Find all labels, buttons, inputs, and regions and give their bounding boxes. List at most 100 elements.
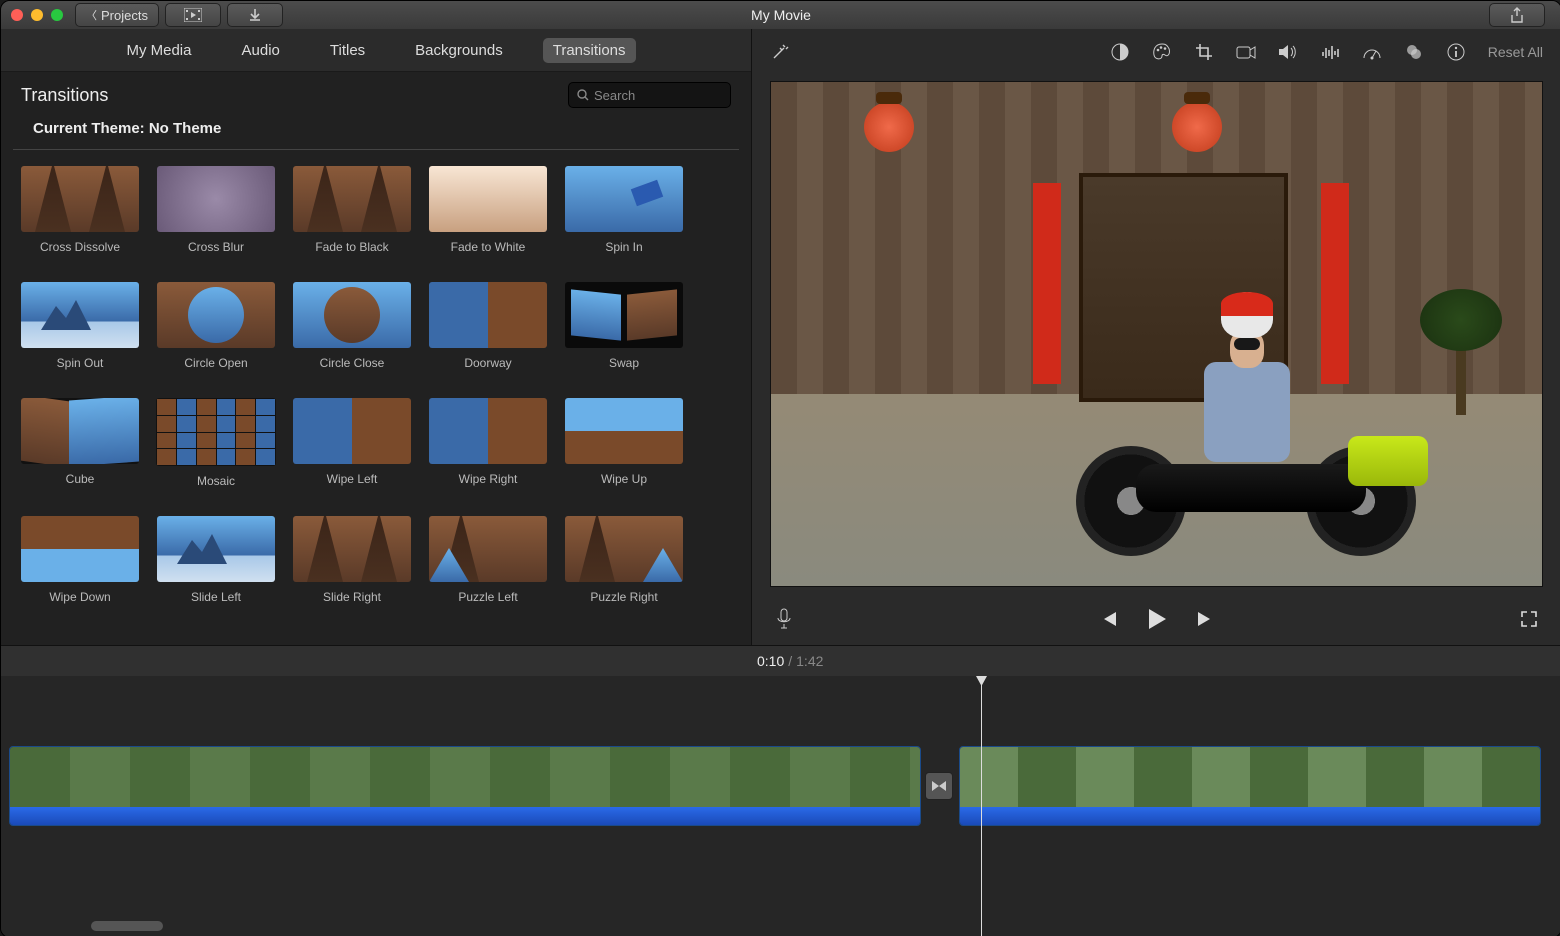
preview-canvas[interactable]	[770, 81, 1543, 587]
tab-audio[interactable]: Audio	[232, 38, 290, 63]
transition-thumbnail	[293, 516, 411, 582]
transition-item[interactable]: Cross Dissolve	[21, 166, 139, 254]
close-window-button[interactable]	[11, 9, 23, 21]
transition-item[interactable]: Swap	[565, 282, 683, 370]
transition-thumbnail	[157, 282, 275, 348]
fullscreen-window-button[interactable]	[51, 9, 63, 21]
scrollbar-thumb[interactable]	[91, 921, 163, 931]
play-icon	[1146, 607, 1168, 631]
video-overlay-button[interactable]	[1404, 42, 1424, 62]
speedometer-icon	[1362, 44, 1382, 60]
transition-item[interactable]: Wipe Up	[565, 398, 683, 488]
color-balance-button[interactable]	[1110, 42, 1130, 62]
magic-wand-button[interactable]	[770, 42, 790, 62]
transition-thumbnail	[293, 166, 411, 232]
next-clip-button[interactable]	[1196, 610, 1216, 628]
microphone-icon	[776, 608, 792, 630]
voiceover-button[interactable]	[774, 609, 794, 629]
transition-item[interactable]: Doorway	[429, 282, 547, 370]
preview-frame	[771, 82, 1542, 586]
fullscreen-button[interactable]	[1519, 609, 1539, 629]
transition-item[interactable]: Cube	[21, 398, 139, 488]
transition-label: Wipe Up	[601, 472, 647, 486]
window-controls	[11, 9, 63, 21]
speaker-icon	[1278, 44, 1298, 60]
transition-thumbnail	[21, 398, 139, 464]
transition-item[interactable]: Fade to Black	[293, 166, 411, 254]
tab-my-media[interactable]: My Media	[116, 38, 201, 63]
imovie-window: 〈 Projects My Movie My Media Audio Title…	[0, 0, 1560, 936]
contrast-icon	[1111, 43, 1129, 61]
transition-item[interactable]: Wipe Down	[21, 516, 139, 604]
transition-label: Swap	[609, 356, 639, 370]
current-theme-label: Current Theme: No Theme	[13, 108, 739, 150]
transition-item[interactable]: Slide Left	[157, 516, 275, 604]
transition-thumbnail	[156, 398, 276, 466]
timeline[interactable]	[1, 676, 1560, 936]
transition-label: Circle Close	[320, 356, 385, 370]
total-time: 1:42	[796, 653, 823, 669]
transition-item[interactable]: Puzzle Left	[429, 516, 547, 604]
tab-transitions[interactable]: Transitions	[543, 38, 636, 63]
transition-item[interactable]: Cross Blur	[157, 166, 275, 254]
transition-item[interactable]: Mosaic	[157, 398, 275, 488]
playhead[interactable]	[981, 676, 982, 936]
transition-thumbnail	[565, 398, 683, 464]
horizontal-scrollbar[interactable]	[1, 921, 1560, 931]
lantern-decoration	[1172, 102, 1222, 152]
browser-header: Transitions Search	[1, 72, 751, 108]
transition-item[interactable]: Circle Close	[293, 282, 411, 370]
expand-icon	[1520, 610, 1538, 628]
minimize-window-button[interactable]	[31, 9, 43, 21]
section-title: Transitions	[21, 85, 108, 106]
stabilization-button[interactable]	[1236, 42, 1256, 62]
import-media-button[interactable]	[165, 3, 221, 27]
play-button[interactable]	[1146, 607, 1168, 631]
transition-item[interactable]: Spin In	[565, 166, 683, 254]
transition-thumbnail	[21, 282, 139, 348]
magic-wand-icon	[770, 42, 790, 62]
search-input[interactable]: Search	[568, 82, 731, 108]
prev-clip-button[interactable]	[1098, 610, 1118, 628]
download-button[interactable]	[227, 3, 283, 27]
transition-item[interactable]: Circle Open	[157, 282, 275, 370]
transition-item[interactable]: Wipe Left	[293, 398, 411, 488]
transitions-grid: Cross Dissolve Cross Blur Fade to Black Fad…	[1, 160, 751, 610]
palette-icon	[1152, 43, 1172, 61]
tab-titles[interactable]: Titles	[320, 38, 375, 63]
transition-thumbnail	[21, 166, 139, 232]
noise-reduction-button[interactable]	[1320, 42, 1340, 62]
transition-label: Wipe Right	[459, 472, 518, 486]
tab-backgrounds[interactable]: Backgrounds	[405, 38, 513, 63]
transition-marker[interactable]	[925, 772, 953, 800]
reset-all-button[interactable]: Reset All	[1488, 44, 1543, 60]
transition-label: Cube	[66, 472, 95, 486]
transition-item[interactable]: Fade to White	[429, 166, 547, 254]
transition-label: Cross Dissolve	[40, 240, 120, 254]
projects-back-button[interactable]: 〈 Projects	[75, 3, 159, 27]
transition-label: Fade to Black	[315, 240, 388, 254]
speed-button[interactable]	[1362, 42, 1382, 62]
transition-label: Mosaic	[197, 474, 235, 488]
chevron-left-icon: 〈	[86, 7, 97, 23]
share-icon	[1510, 7, 1524, 23]
transition-thumbnail	[429, 282, 547, 348]
titlebar: 〈 Projects My Movie	[1, 1, 1560, 29]
transition-label: Spin In	[605, 240, 642, 254]
info-button[interactable]	[1446, 42, 1466, 62]
share-button[interactable]	[1489, 3, 1545, 27]
transition-item[interactable]: Puzzle Right	[565, 516, 683, 604]
volume-button[interactable]	[1278, 42, 1298, 62]
browser-tabs: My Media Audio Titles Backgrounds Transi…	[1, 29, 751, 72]
transition-label: Slide Right	[323, 590, 381, 604]
transition-item[interactable]: Spin Out	[21, 282, 139, 370]
search-placeholder: Search	[594, 88, 635, 103]
video-clip-1[interactable]	[9, 746, 921, 826]
video-clip-2[interactable]	[959, 746, 1541, 826]
timeline-info-bar: 0:10 / 1:42	[1, 646, 1560, 676]
color-correction-button[interactable]	[1152, 42, 1172, 62]
transition-thumbnail	[293, 282, 411, 348]
crop-button[interactable]	[1194, 42, 1214, 62]
transition-item[interactable]: Wipe Right	[429, 398, 547, 488]
transition-item[interactable]: Slide Right	[293, 516, 411, 604]
